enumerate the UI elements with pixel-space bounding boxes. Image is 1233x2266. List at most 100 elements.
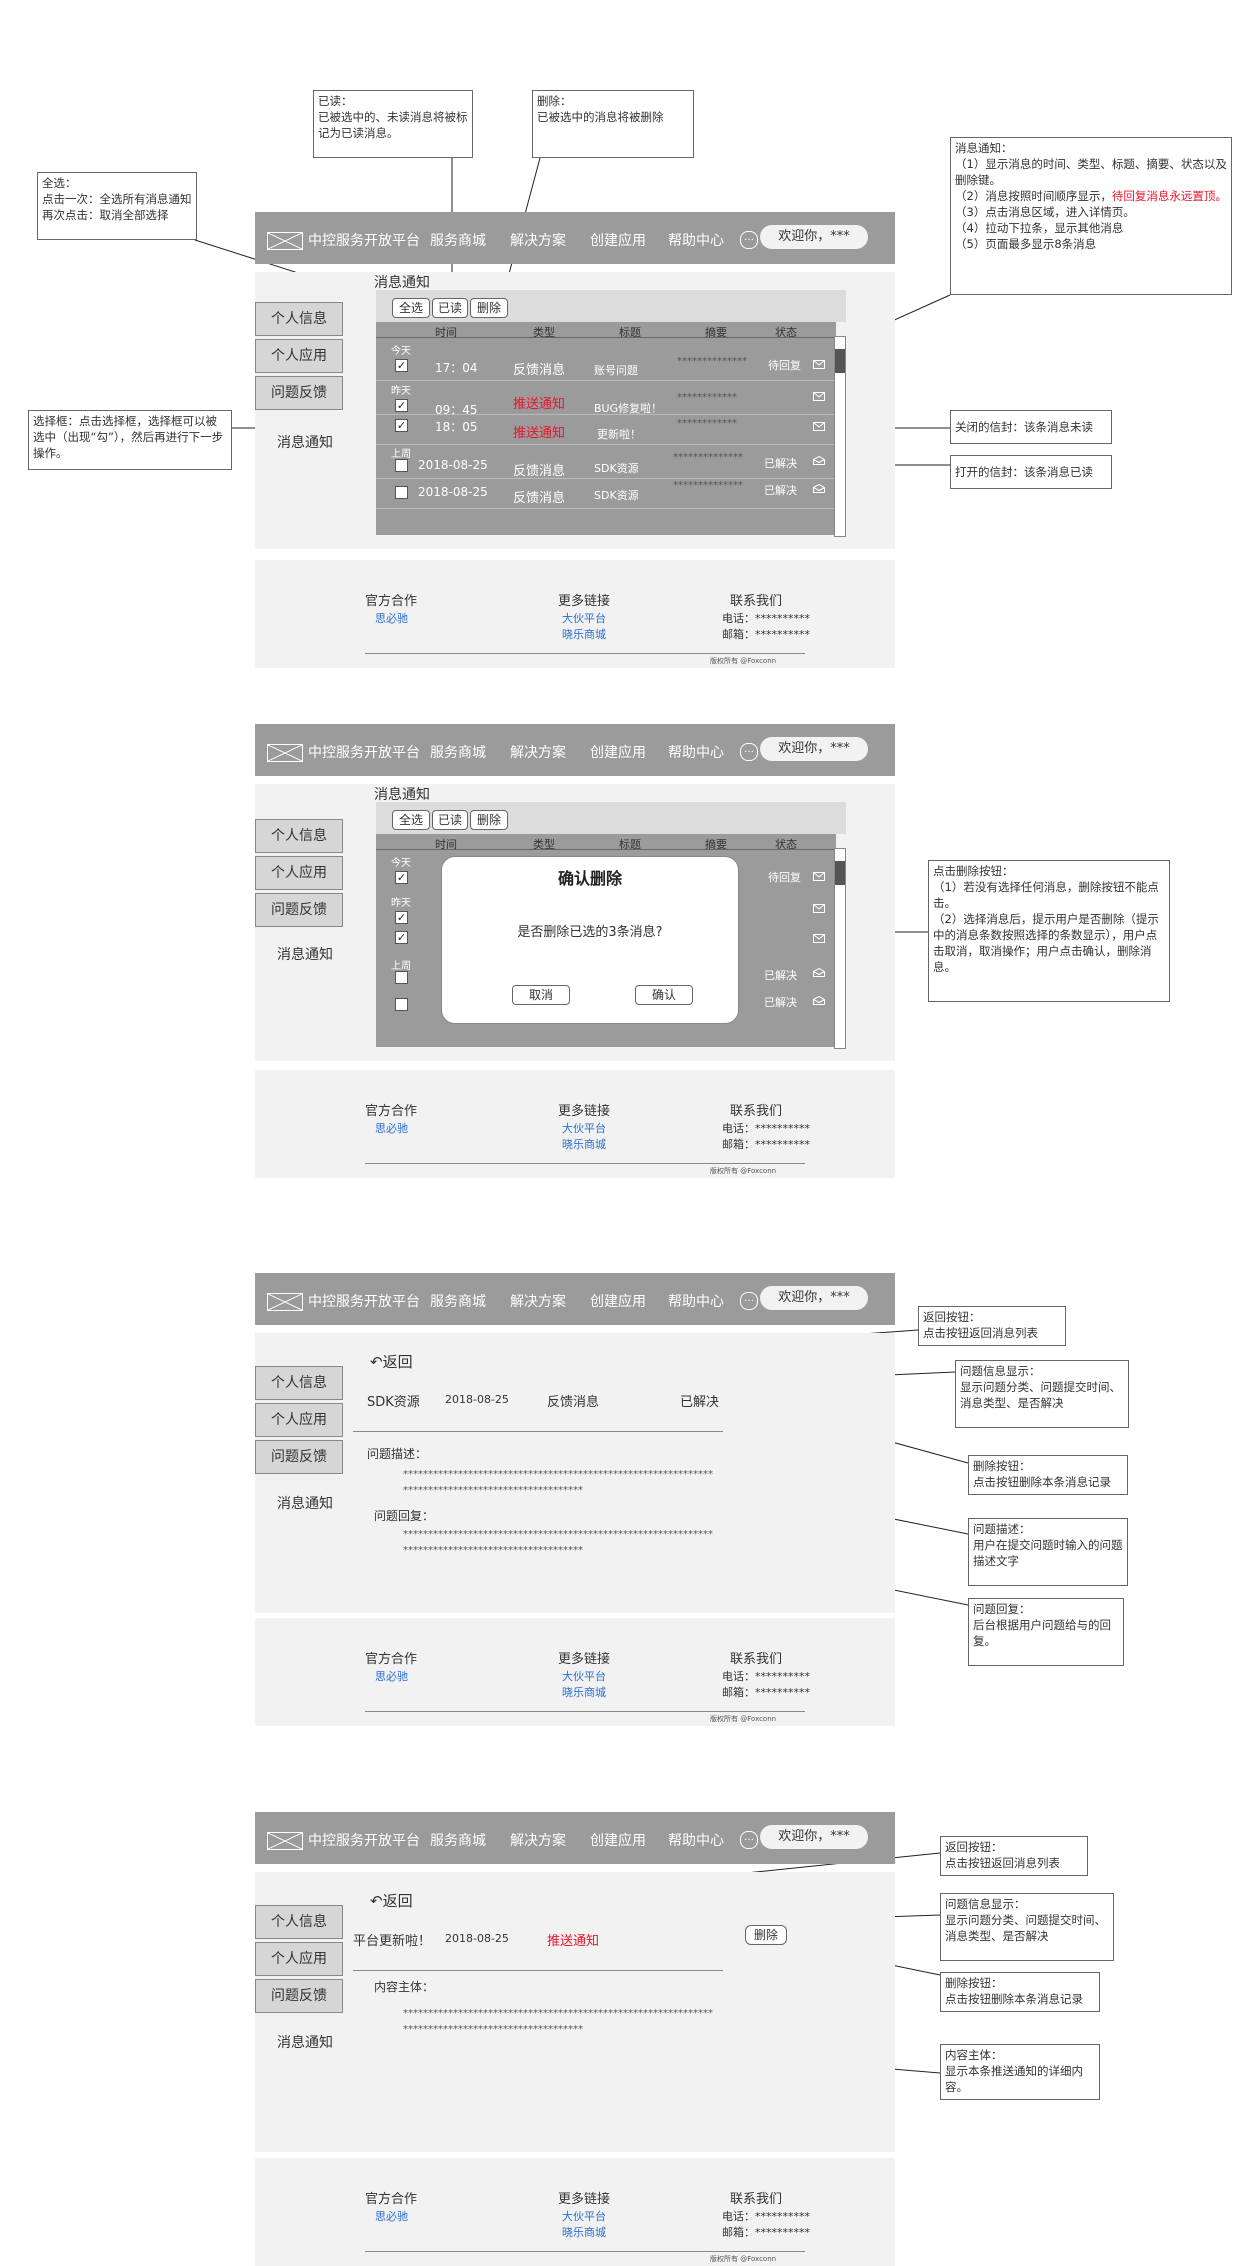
note-checkbox: 选择框：点击选择框，选择框可以被选中（出现“勾”），然后再进行下一步操作。 (28, 410, 232, 470)
footer: 官方合作 思必驰 更多链接 大伙平台 晓乐商城 联系我们 电话：********… (255, 1070, 895, 1178)
closed-envelope-icon (813, 872, 825, 881)
nav-item-solutions[interactable]: 解决方案 (510, 1291, 566, 1311)
chat-icon[interactable]: … (740, 743, 758, 761)
row-checkbox[interactable]: ✓ (395, 399, 408, 412)
note-text: （2）消息按照时间顺序显示， (955, 189, 1112, 203)
footer-link-mall[interactable]: 晓乐商城 (562, 1684, 606, 1700)
welcome-pill[interactable]: 欢迎你，*** (760, 225, 868, 249)
back-button[interactable]: ↶返回 (370, 1890, 413, 1911)
nav-item-create-app[interactable]: 创建应用 (590, 1830, 646, 1850)
nav-item-help[interactable]: 帮助中心 (668, 1291, 724, 1311)
note-line: （1）显示消息的时间、类型、标题、摘要、状态以及删除键。 (955, 157, 1227, 187)
footer-link-aispeech[interactable]: 思必驰 (375, 2208, 408, 2224)
chat-icon[interactable]: … (740, 1831, 758, 1849)
row-checkbox[interactable] (395, 971, 408, 984)
row-checkbox[interactable]: ✓ (395, 871, 408, 884)
sidebar-item-apps[interactable]: 个人应用 (255, 856, 343, 890)
sidebar-item-feedback[interactable]: 问题反馈 (255, 893, 343, 927)
sidebar-item-feedback[interactable]: 问题反馈 (255, 376, 343, 410)
sidebar-item-notifications[interactable]: 消息通知 (255, 1493, 355, 1513)
nav-item-store[interactable]: 服务商城 (430, 1830, 486, 1850)
select-all-button[interactable]: 全选 (392, 298, 430, 318)
footer-link-mall[interactable]: 晓乐商城 (562, 626, 606, 642)
scrollbar[interactable] (834, 336, 846, 537)
nav-item-help[interactable]: 帮助中心 (668, 742, 724, 762)
row-checkbox[interactable]: ✓ (395, 911, 408, 924)
footer-link-aispeech[interactable]: 思必驰 (375, 610, 408, 626)
brand-name: 中控服务开放平台 (308, 233, 420, 249)
footer-link-partner[interactable]: 大伙平台 (562, 1668, 606, 1684)
footer-links-title: 更多链接 (558, 1652, 611, 1667)
note-delete-record: 删除按钮： 点击按钮删除本条消息记录 (940, 1972, 1100, 2012)
nav-item-create-app[interactable]: 创建应用 (590, 1291, 646, 1311)
sidebar-item-profile[interactable]: 个人信息 (255, 1905, 343, 1939)
note-delete-record: 删除按钮： 点击按钮删除本条消息记录 (968, 1455, 1128, 1495)
nav-item-solutions[interactable]: 解决方案 (510, 230, 566, 250)
nav-item-store[interactable]: 服务商城 (430, 1291, 486, 1311)
logo-icon (267, 232, 303, 250)
nav-item-create-app[interactable]: 创建应用 (590, 230, 646, 250)
row-checkbox[interactable]: ✓ (395, 931, 408, 944)
back-button[interactable]: ↶返回 (370, 1351, 413, 1372)
nav-item-help[interactable]: 帮助中心 (668, 1830, 724, 1850)
nav-item-help[interactable]: 帮助中心 (668, 230, 724, 250)
note-line: （2）消息按照时间顺序显示，待回复消息永远置顶。 (955, 188, 1227, 204)
section-title: 消息通知 (374, 275, 430, 291)
sidebar-item-notifications[interactable]: 消息通知 (255, 2032, 355, 2052)
footer-link-partner[interactable]: 大伙平台 (562, 1120, 606, 1136)
row-checkbox[interactable] (395, 459, 408, 472)
read-button[interactable]: 已读 (432, 810, 468, 830)
sidebar-item-notifications[interactable]: 消息通知 (255, 432, 355, 452)
row-checkbox[interactable]: ✓ (395, 419, 408, 432)
footer-copyright: 版权所有 @Foxconn (710, 657, 777, 665)
note-line: 消息通知： (955, 141, 1013, 155)
footer-link-partner[interactable]: 大伙平台 (562, 2208, 606, 2224)
nav-item-store[interactable]: 服务商城 (430, 742, 486, 762)
nav-item-store[interactable]: 服务商城 (430, 230, 486, 250)
sidebar-item-apps[interactable]: 个人应用 (255, 1403, 343, 1437)
footer-link-mall[interactable]: 晓乐商城 (562, 1136, 606, 1152)
sidebar-item-feedback[interactable]: 问题反馈 (255, 1440, 343, 1474)
row-title: SDK资源 (594, 489, 639, 502)
nav-item-create-app[interactable]: 创建应用 (590, 742, 646, 762)
reply-line: ****************************************… (403, 1529, 713, 1540)
header-bar: 中控服务开放平台 服务商城 解决方案 创建应用 帮助中心 … 欢迎你，*** (255, 212, 895, 264)
back-label: 返回 (382, 1892, 413, 1910)
nav-item-solutions[interactable]: 解决方案 (510, 742, 566, 762)
footer-copyright: 版权所有 @Foxconn (710, 1715, 777, 1723)
cancel-button[interactable]: 取消 (512, 985, 570, 1005)
row-type: 反馈消息 (513, 363, 566, 378)
welcome-pill[interactable]: 欢迎你，*** (760, 1825, 868, 1849)
sidebar-item-feedback[interactable]: 问题反馈 (255, 1979, 343, 2013)
sidebar-item-apps[interactable]: 个人应用 (255, 339, 343, 373)
sidebar-item-profile[interactable]: 个人信息 (255, 302, 343, 336)
footer-link-partner[interactable]: 大伙平台 (562, 610, 606, 626)
footer-links-title: 更多链接 (558, 2192, 611, 2207)
read-button[interactable]: 已读 (432, 298, 468, 318)
delete-button[interactable]: 删除 (470, 810, 508, 830)
footer-link-mall[interactable]: 晓乐商城 (562, 2224, 606, 2240)
row-checkbox[interactable]: ✓ (395, 359, 408, 372)
row-checkbox[interactable] (395, 998, 408, 1011)
sidebar-item-notifications[interactable]: 消息通知 (255, 944, 355, 964)
footer-link-aispeech[interactable]: 思必驰 (375, 1120, 408, 1136)
row-checkbox[interactable] (395, 486, 408, 499)
closed-envelope-icon (813, 422, 825, 431)
welcome-pill[interactable]: 欢迎你，*** (760, 1286, 868, 1310)
group-label-yesterday: 昨天 (391, 386, 411, 397)
welcome-pill[interactable]: 欢迎你，*** (760, 737, 868, 761)
nav-item-solutions[interactable]: 解决方案 (510, 1830, 566, 1850)
chat-icon[interactable]: … (740, 1292, 758, 1310)
confirm-button[interactable]: 确认 (635, 985, 693, 1005)
footer-link-aispeech[interactable]: 思必驰 (375, 1668, 408, 1684)
delete-button[interactable]: 删除 (745, 1925, 787, 1945)
footer-partner-title: 官方合作 (365, 1652, 418, 1667)
sidebar-item-profile[interactable]: 个人信息 (255, 1366, 343, 1400)
chat-icon[interactable]: … (740, 231, 758, 249)
sidebar-item-profile[interactable]: 个人信息 (255, 819, 343, 853)
sidebar-item-apps[interactable]: 个人应用 (255, 1942, 343, 1976)
scrollbar[interactable] (834, 848, 846, 1049)
delete-button[interactable]: 删除 (470, 298, 508, 318)
select-all-button[interactable]: 全选 (392, 810, 430, 830)
row-summary: ************** (673, 452, 743, 463)
